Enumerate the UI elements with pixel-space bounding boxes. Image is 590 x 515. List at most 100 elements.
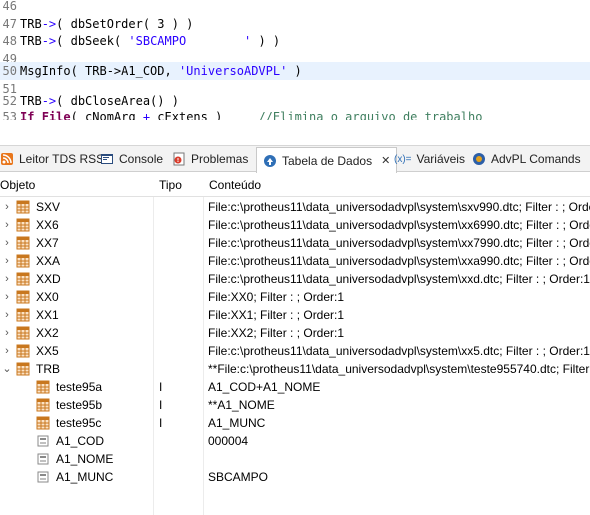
view-tab-bar: Leitor TDS RSS Console Problemas Tabela …: [0, 145, 590, 173]
variables-icon: (x)=: [394, 153, 412, 165]
chevron-right-icon[interactable]: ›: [1, 198, 13, 216]
cell-conteudo: File:XX1; Filter : ; Order:1: [208, 308, 345, 322]
cell-conteudo: A1_MUNC: [208, 416, 266, 430]
close-icon[interactable]: ✕: [381, 154, 390, 167]
table-icon: [16, 362, 30, 376]
table-row[interactable]: › XX2 File:XX2; Filter : ; Order:1: [0, 324, 590, 342]
cell-tipo: [159, 288, 199, 306]
table-row[interactable]: A1_NOME: [0, 450, 590, 468]
cell-conteudo: [208, 450, 590, 468]
table-row[interactable]: › SXV File:c:\protheus11\data_universodadv…: [0, 198, 590, 216]
table-icon: [16, 254, 30, 268]
cell-objeto: XXA: [36, 254, 61, 268]
cell-objeto: teste95c: [56, 416, 102, 430]
cell-conteudo: File:c:\protheus11\data_universodadvpl\s…: [208, 236, 590, 250]
line-number: 50: [2, 64, 17, 78]
tab-advpl-comands[interactable]: AdvPL Comands: [472, 146, 581, 172]
chevron-right-icon[interactable]: ›: [1, 306, 13, 324]
line-number: 47: [2, 17, 17, 31]
table-header: Objeto Tipo Conteúdo: [0, 173, 590, 197]
chevron-right-icon[interactable]: ›: [1, 270, 13, 288]
cell-objeto: XX7: [36, 236, 59, 250]
chevron-right-icon[interactable]: ›: [1, 252, 13, 270]
code-editor[interactable]: 46 47 TRB->( dbSetOrder( 3 ) ) 48 TRB->( dbS…: [0, 0, 590, 120]
chevron-down-icon[interactable]: ⌄: [1, 360, 13, 378]
table-row[interactable]: › XX1 File:XX1; Filter : ; Order:1: [0, 306, 590, 324]
index-icon: [36, 398, 50, 412]
cell-tipo: [159, 234, 199, 252]
cell-objeto: XX6: [36, 218, 59, 232]
column-header-tipo[interactable]: Tipo: [155, 173, 200, 197]
tab-variaveis[interactable]: (x)= Variáveis: [394, 146, 465, 172]
table-icon: [16, 200, 30, 214]
cell-conteudo: File:XX0; Filter : ; Order:1: [208, 290, 345, 304]
cell-tipo: [159, 432, 199, 450]
cell-conteudo: File:c:\protheus11\data_universodadvpl\s…: [208, 200, 590, 214]
chevron-right-icon[interactable]: ›: [1, 324, 13, 342]
cell-objeto: XX2: [36, 326, 59, 340]
cell-objeto: XX5: [36, 344, 59, 358]
field-icon: [36, 434, 50, 448]
index-icon: [36, 380, 50, 394]
code-text: MsgInfo( TRB->A1_COD, 'UniversoADVPL' ): [20, 64, 302, 78]
cell-tipo: [159, 342, 199, 360]
cell-tipo: I: [159, 380, 163, 394]
cell-tipo: [159, 360, 199, 378]
tab-label: Console: [119, 152, 164, 166]
table-row[interactable]: ⌄ TRB **File:c:\protheus11\data_universoda…: [0, 360, 590, 378]
code-line[interactable]: 47 TRB->( dbSetOrder( 3 ) ): [0, 15, 590, 33]
code-line[interactable]: 50 MsgInfo( TRB->A1_COD, 'UniversoADVPL' …: [0, 62, 590, 80]
column-header-conteudo[interactable]: Conteúdo: [205, 173, 590, 197]
chevron-right-icon[interactable]: ›: [1, 216, 13, 234]
line-number: 48: [2, 34, 17, 48]
code-line[interactable]: 48 TRB->( dbSeek( 'SBCAMPO ' ) ): [0, 32, 590, 50]
cell-conteudo: File:c:\protheus11\data_universodadvpl\s…: [208, 272, 590, 286]
table-icon: [16, 236, 30, 250]
field-icon: [36, 470, 50, 484]
table-icon: [16, 272, 30, 286]
line-number: 53: [2, 110, 17, 120]
chevron-right-icon[interactable]: ›: [1, 234, 13, 252]
tab-problemas[interactable]: Problemas: [172, 146, 248, 172]
code-text: TRB->( dbSetOrder( 3 ) ): [20, 17, 194, 31]
console-icon: [100, 152, 114, 166]
cell-objeto: XXD: [36, 272, 61, 286]
chevron-right-icon[interactable]: ›: [1, 342, 13, 360]
code-line[interactable]: 46: [0, 0, 590, 15]
data-table-view[interactable]: Objeto Tipo Conteúdo › SXV File:c:\protheu…: [0, 173, 590, 515]
table-row[interactable]: A1_COD 000004: [0, 432, 590, 450]
column-header-objeto[interactable]: Objeto: [0, 173, 146, 197]
code-line[interactable]: 53 If File( cNomArq + cExtens ) //Elimina…: [0, 108, 590, 120]
table-row[interactable]: › XXD File:c:\protheus11\data_universodadv…: [0, 270, 590, 288]
chevron-right-icon[interactable]: ›: [1, 288, 13, 306]
tab-label: Variáveis: [416, 152, 465, 166]
tab-leitor-tds-rss[interactable]: Leitor TDS RSS: [0, 146, 104, 172]
index-icon: [36, 416, 50, 430]
cell-conteudo: A1_COD+A1_NOME: [208, 380, 321, 394]
line-number: 46: [2, 0, 17, 13]
cell-conteudo: File:c:\protheus11\data_universodadvpl\s…: [208, 218, 590, 232]
table-row[interactable]: › XX5 File:c:\protheus11\data_universodadv…: [0, 342, 590, 360]
cell-tipo: [159, 324, 199, 342]
tab-label: Tabela de Dados: [282, 153, 373, 168]
tab-console[interactable]: Console: [100, 146, 163, 172]
cell-conteudo: File:c:\protheus11\data_universodadvpl\s…: [208, 344, 590, 358]
table-row[interactable]: teste95c I A1_MUNC: [0, 414, 590, 432]
cell-conteudo: 000004: [208, 434, 249, 448]
table-row[interactable]: › XX0 File:XX0; Filter : ; Order:1: [0, 288, 590, 306]
table-row[interactable]: › XXA File:c:\protheus11\data_universodadv…: [0, 252, 590, 270]
table-row[interactable]: › XX6 File:c:\protheus11\data_universodadv…: [0, 216, 590, 234]
tab-label: Leitor TDS RSS: [19, 152, 105, 166]
cell-conteudo: File:XX2; Filter : ; Order:1: [208, 326, 345, 340]
tab-label: Problemas: [191, 152, 249, 166]
table-row[interactable]: teste95b I **A1_NOME: [0, 396, 590, 414]
cell-tipo: [159, 270, 199, 288]
tab-tabela-de-dados[interactable]: Tabela de Dados ✕: [256, 147, 398, 173]
data-table-icon: [263, 154, 277, 168]
cell-objeto: XX0: [36, 290, 59, 304]
table-row[interactable]: A1_MUNC SBCAMPO: [0, 468, 590, 486]
table-row[interactable]: › XX7 File:c:\protheus11\data_universodadv…: [0, 234, 590, 252]
table-row[interactable]: teste95a I A1_COD+A1_NOME: [0, 378, 590, 396]
rss-icon: [0, 152, 14, 166]
cell-conteudo: **A1_NOME: [208, 398, 275, 412]
